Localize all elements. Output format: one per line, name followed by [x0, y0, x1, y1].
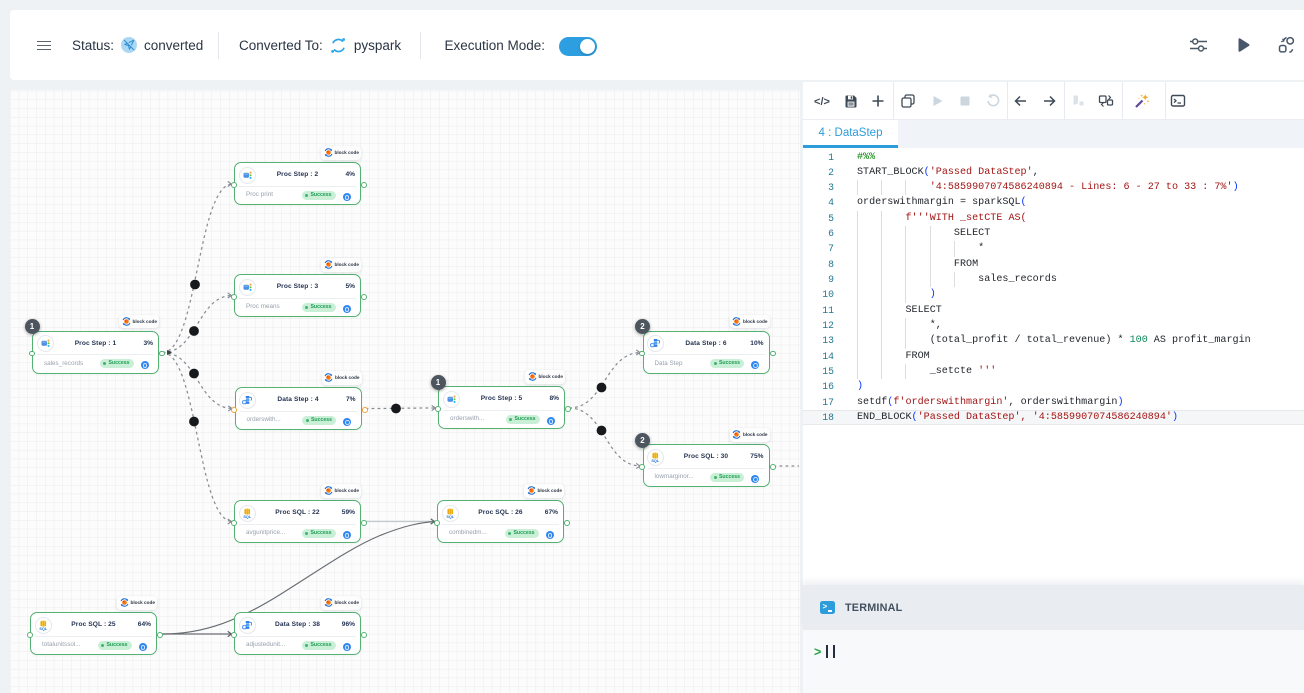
- svg-text:</>: </>: [814, 96, 830, 108]
- svg-text:SQL: SQL: [446, 515, 455, 519]
- svg-text:SQL: SQL: [243, 515, 252, 519]
- svg-text:SQL: SQL: [652, 459, 661, 463]
- svg-text:SQL: SQL: [39, 627, 48, 631]
